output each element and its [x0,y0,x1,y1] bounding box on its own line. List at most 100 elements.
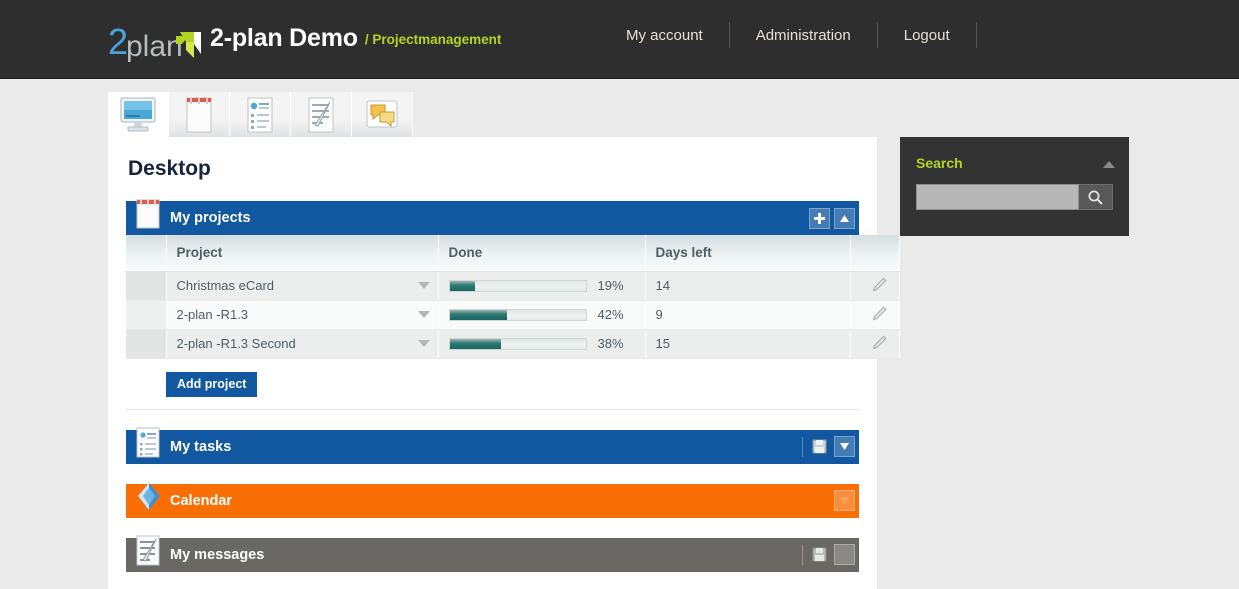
page-brand-title: 2-plan Demo [210,24,358,55]
column-header-days-left[interactable]: Days left [645,235,850,271]
column-header-actions [850,235,899,271]
tasklist-icon [242,95,278,135]
panel-title: My tasks [170,439,231,455]
cell-edit[interactable] [850,300,899,329]
button-separator [802,437,803,457]
svg-text:plan: plan [126,30,183,63]
table-row[interactable]: 2-plan -R1.3 42% 9 [126,300,899,329]
chevron-down-icon[interactable] [418,311,430,318]
panel-title: Calendar [170,493,232,509]
search-row [916,184,1113,210]
arrow-down-icon [838,440,851,453]
column-header-project[interactable]: Project [166,235,438,271]
search-widget: Search [900,137,1129,236]
save-panel-button[interactable] [809,544,830,565]
chevron-down-icon[interactable] [418,282,430,289]
panel-buttons [809,201,855,235]
table-header-row: Project Done Days left [126,235,899,271]
search-input[interactable] [916,184,1079,210]
cell-days-left: 14 [645,271,850,300]
panel-my-projects: My projects [126,201,859,397]
expand-panel-button[interactable] [834,544,855,565]
tab-messages[interactable] [291,92,352,137]
progress-percent: 38% [598,336,624,351]
project-name: Christmas eCard [177,278,275,293]
expand-panel-button[interactable] [834,490,855,511]
collapse-search-button[interactable] [1103,161,1115,168]
pencil-note-icon [134,533,164,567]
panel-title: My messages [170,547,264,563]
projects-table: Project Done Days left Christmas eCard [126,235,900,359]
search-submit-button[interactable] [1079,184,1113,210]
monitor-icon [117,96,159,134]
magnifier-icon [1087,189,1104,206]
table-row[interactable]: 2-plan -R1.3 Second 38% 15 [126,329,899,358]
cell-edit[interactable] [850,329,899,358]
expand-panel-button[interactable] [834,436,855,457]
tab-desktop[interactable] [108,92,169,137]
column-header-done[interactable]: Done [438,235,645,271]
tasklist-icon [134,425,164,459]
row-handle [126,300,166,329]
nav-administration[interactable]: Administration [730,27,877,44]
panel-calendar: Calendar [126,484,859,518]
nav-my-account[interactable]: My account [600,27,729,44]
table-row[interactable]: Christmas eCard 19% 14 [126,271,899,300]
panel-my-tasks: My tasks [126,430,859,464]
panel-buttons [802,538,855,572]
arrow-up-icon [838,212,851,225]
progress-bar-fill [450,339,502,349]
chat-bubbles-icon [363,96,401,134]
tab-tasks[interactable] [230,92,291,137]
cell-project[interactable]: Christmas eCard [166,271,438,300]
nav-logout[interactable]: Logout [878,27,976,44]
cell-edit[interactable] [850,271,899,300]
plus-icon [813,212,826,225]
column-header-blank [126,235,166,271]
save-panel-button[interactable] [809,436,830,457]
collapse-panel-button[interactable] [834,208,855,229]
2plan-logo-icon: 2 plan [108,14,204,66]
panel-buttons [834,484,855,518]
panel-buttons [802,430,855,464]
add-project-button[interactable]: Add project [166,372,257,397]
cell-days-left: 15 [645,329,850,358]
cell-project[interactable]: 2-plan -R1.3 Second [166,329,438,358]
progress-bar [449,280,587,292]
page-brand-subtitle: / Projectmanagement [365,32,502,47]
panel-header-my-tasks[interactable]: My tasks [126,430,859,464]
panel-title: My projects [170,210,251,226]
search-label: Search [916,155,1113,171]
panel-header-my-projects[interactable]: My projects [126,201,859,235]
add-panel-button[interactable] [809,208,830,229]
chevron-down-icon[interactable] [418,340,430,347]
cell-days-left: 9 [645,300,850,329]
save-icon [812,439,827,454]
pencil-icon [871,276,888,293]
cell-done: 38% [438,329,645,358]
notepad-icon [181,95,217,135]
content-card: Desktop My projects [108,137,877,589]
progress-bar [449,309,587,321]
tab-projects[interactable] [169,92,230,137]
project-name: 2-plan -R1.3 [177,307,249,322]
progress-bar-fill [450,281,476,291]
panel-my-messages: My messages [126,538,859,572]
diamond-icon [134,479,164,513]
top-bar: 2 plan 2-plan Demo / Projectmanagement M… [0,0,1239,79]
logo[interactable]: 2 plan [108,14,204,66]
cell-project[interactable]: 2-plan -R1.3 [166,300,438,329]
tab-bar [108,92,413,137]
tab-communication[interactable] [352,92,413,137]
progress-percent: 42% [598,307,624,322]
nav-divider [976,22,977,48]
cell-done: 42% [438,300,645,329]
page-title: Desktop [128,157,877,181]
pencil-note-icon [303,95,339,135]
progress-bar-fill [450,310,507,320]
project-name: 2-plan -R1.3 Second [177,336,296,351]
brand: 2 plan 2-plan Demo / Projectmanagement [108,0,501,79]
panel-header-my-messages[interactable]: My messages [126,538,859,572]
panel-header-calendar[interactable]: Calendar [126,484,859,518]
row-handle [126,329,166,358]
